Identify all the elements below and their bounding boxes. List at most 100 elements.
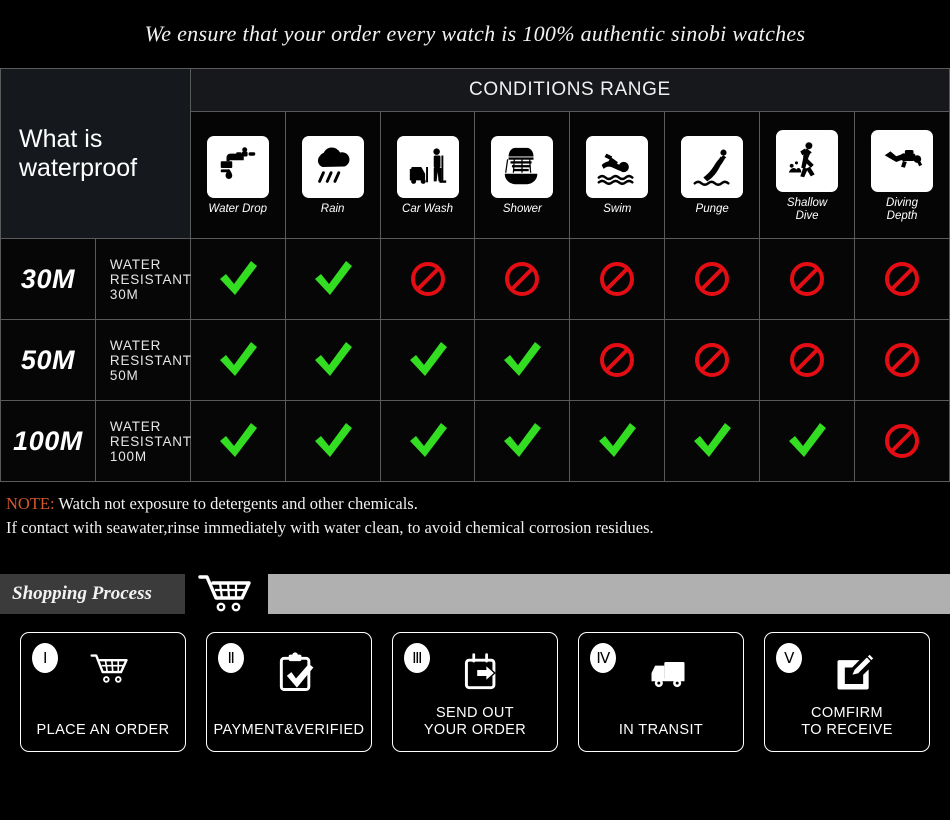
prohibited-icon xyxy=(475,240,569,318)
check-mark-cell xyxy=(189,319,286,401)
check-icon xyxy=(475,321,569,399)
promo-banner-text: We ensure that your order every watch is… xyxy=(144,21,806,46)
promo-banner: We ensure that your order every watch is… xyxy=(0,0,950,68)
table-row: 50M WATER RESISTANT 50M xyxy=(0,319,950,401)
condition-label: Shower xyxy=(502,203,542,215)
prohibited-icon xyxy=(855,240,949,318)
step-label: COMFIRM TO RECEIVE xyxy=(801,705,893,738)
shower-icon xyxy=(491,136,554,198)
car-wash-icon xyxy=(396,136,459,198)
shopping-process-label: Shopping Process xyxy=(12,583,152,604)
shallow-dive-icon xyxy=(776,129,839,192)
check-icon xyxy=(191,240,285,318)
condition-label: Swim xyxy=(603,203,632,215)
table-row: 100M WATER RESISTANT 100M xyxy=(0,400,950,482)
depth-rating: 100M xyxy=(0,400,96,482)
table-header-row-1: What is waterproof CONDITIONS RANGE xyxy=(0,68,950,239)
swimmer-icon xyxy=(586,136,649,198)
check-mark-cell xyxy=(189,400,286,482)
plunge-dive-icon xyxy=(681,136,744,198)
prohibited-icon xyxy=(855,402,949,480)
prohibited-mark-cell xyxy=(759,238,856,320)
clipboard-check-icon xyxy=(207,645,371,701)
condition-label: Shallow Dive xyxy=(786,196,828,222)
check-icon xyxy=(286,402,380,480)
step-label: PLACE AN ORDER xyxy=(36,722,170,738)
prohibited-mark-cell xyxy=(759,319,856,401)
prohibited-mark-cell xyxy=(664,319,761,401)
edit-pencil-icon xyxy=(765,645,929,701)
check-icon xyxy=(760,402,854,480)
step-card-3[interactable]: Ⅲ SEND OUT YOUR ORDER xyxy=(392,632,558,752)
prohibited-mark-cell xyxy=(854,238,950,320)
prohibited-mark-cell xyxy=(569,319,666,401)
check-mark-cell xyxy=(569,400,666,482)
depth-rating: 30M xyxy=(0,238,96,320)
step-card-4[interactable]: Ⅳ IN TRANSIT xyxy=(578,632,744,752)
prohibited-mark-cell xyxy=(854,319,950,401)
condition-column-shower: Shower xyxy=(474,111,571,239)
delivery-truck-icon xyxy=(579,645,743,701)
prohibited-icon xyxy=(570,240,664,318)
check-mark-cell xyxy=(284,238,381,320)
step-card-1[interactable]: Ⅰ PLACE AN ORDER xyxy=(20,632,186,752)
prohibited-mark-cell xyxy=(474,238,571,320)
care-note-line-1: NOTE: Watch not exposure to detergents a… xyxy=(6,492,950,516)
check-icon xyxy=(191,321,285,399)
prohibited-mark-cell xyxy=(569,238,666,320)
condition-column-rain-cloud: Rain xyxy=(284,111,381,239)
condition-label: Water Drop xyxy=(208,203,268,215)
condition-label: Rain xyxy=(320,203,345,215)
check-icon xyxy=(381,321,475,399)
step-label: SEND OUT YOUR ORDER xyxy=(423,705,527,738)
waterproof-table: What is waterproof CONDITIONS RANGE Wate… xyxy=(0,68,950,482)
check-mark-cell xyxy=(379,319,476,401)
check-icon xyxy=(286,321,380,399)
prohibited-icon xyxy=(570,321,664,399)
condition-label: Car Wash xyxy=(402,203,453,215)
check-icon xyxy=(570,402,664,480)
prohibited-mark-cell xyxy=(854,400,950,482)
shopping-cart-icon xyxy=(21,645,185,701)
step-label: IN TRANSIT xyxy=(618,722,704,738)
table-row: 30M WATER RESISTANT 30M xyxy=(0,238,950,320)
step-card-5[interactable]: Ⅴ COMFIRM TO RECEIVE xyxy=(764,632,930,752)
note-tag: NOTE: xyxy=(6,494,55,513)
condition-column-shallow-dive: Shallow Dive xyxy=(759,111,856,239)
depth-description: WATER RESISTANT 50M xyxy=(94,319,191,401)
check-icon xyxy=(475,402,569,480)
conditions-range-header: CONDITIONS RANGE xyxy=(189,68,950,112)
prohibited-icon xyxy=(855,321,949,399)
prohibited-mark-cell xyxy=(379,238,476,320)
depth-description: WATER RESISTANT 100M xyxy=(94,400,191,482)
shopping-process-progress xyxy=(268,574,950,614)
shopping-process-bar: Shopping Process xyxy=(0,574,950,614)
prohibited-icon xyxy=(381,240,475,318)
check-icon xyxy=(381,402,475,480)
shopping-process-label-box: Shopping Process xyxy=(0,574,185,614)
check-mark-cell xyxy=(474,400,571,482)
page-title: What is waterproof xyxy=(19,124,138,182)
step-card-2[interactable]: Ⅱ PAYMENT&VERIFIED xyxy=(206,632,372,752)
note-text-1: Watch not exposure to detergents and oth… xyxy=(54,494,418,513)
table-title-cell: What is waterproof xyxy=(0,68,191,239)
check-mark-cell xyxy=(474,319,571,401)
check-mark-cell xyxy=(284,319,381,401)
step-label: PAYMENT&VERIFIED xyxy=(213,722,365,738)
condition-column-car-wash: Car Wash xyxy=(379,111,476,239)
care-note-line-2: If contact with seawater,rinse immediate… xyxy=(6,518,654,537)
condition-column-scuba-diver: Diving Depth xyxy=(854,111,950,239)
calendar-arrow-icon xyxy=(393,645,557,701)
prohibited-icon xyxy=(665,321,759,399)
depth-rating: 50M xyxy=(0,319,96,401)
condition-column-faucet-drop: Water Drop xyxy=(189,111,286,239)
check-mark-cell xyxy=(759,400,856,482)
prohibited-mark-cell xyxy=(664,238,761,320)
condition-column-swimmer: Swim xyxy=(569,111,666,239)
check-mark-cell xyxy=(664,400,761,482)
shopping-cart-icon xyxy=(196,572,258,621)
check-mark-cell xyxy=(284,400,381,482)
rain-cloud-icon xyxy=(301,136,364,198)
scuba-diver-icon xyxy=(871,129,933,192)
check-mark-cell xyxy=(189,238,286,320)
